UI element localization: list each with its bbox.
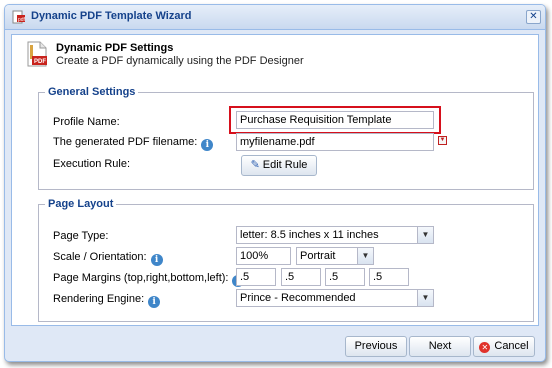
pdf-document-icon: PDF <box>27 41 47 67</box>
rendering-engine-label: Rendering Engine: i <box>53 293 161 308</box>
svg-text:PDF: PDF <box>34 59 46 65</box>
close-button[interactable]: ✕ <box>526 10 541 24</box>
margin-left-input[interactable]: .5 <box>369 268 409 286</box>
rendering-engine-select[interactable]: Prince - Recommended ▼ <box>236 289 434 307</box>
scale-input[interactable]: 100% <box>236 247 291 265</box>
dropdown-trigger-icon[interactable]: ▼ <box>438 136 447 145</box>
window-title: Dynamic PDF Template Wizard <box>31 10 192 22</box>
header-subtitle: Create a PDF dynamically using the PDF D… <box>56 55 304 67</box>
engine-label-text: Rendering Engine: <box>53 293 145 305</box>
previous-button[interactable]: Previous <box>345 336 407 357</box>
page-margins-label: Page Margins (top,right,bottom,left):i <box>53 272 245 287</box>
info-icon[interactable]: i <box>150 254 163 266</box>
header-title: Dynamic PDF Settings <box>56 42 174 54</box>
page-layout-legend: Page Layout <box>48 198 114 210</box>
orientation-select[interactable]: Portrait ▼ <box>296 247 374 265</box>
margin-bottom-input[interactable]: .5 <box>325 268 365 286</box>
edit-rule-label: Edit Rule <box>262 159 308 171</box>
cancel-icon: ✕ <box>479 342 491 353</box>
scale-orientation-label: Scale / Orientation: i <box>53 251 163 266</box>
chevron-down-icon[interactable]: ▼ <box>417 227 433 243</box>
margins-label-text: Page Margins (top,right,bottom,left): <box>53 272 229 284</box>
title-bar[interactable]: pdf Dynamic PDF Template Wizard ✕ <box>5 5 545 30</box>
page-type-select[interactable]: letter: 8.5 inches x 11 inches ▼ <box>236 226 434 244</box>
filename-label-text: The generated PDF filename: <box>53 136 198 148</box>
chevron-down-icon[interactable]: ▼ <box>357 248 373 264</box>
orientation-value: Portrait <box>300 250 336 262</box>
page-type-value: letter: 8.5 inches x 11 inches <box>240 229 379 241</box>
svg-text:pdf: pdf <box>18 17 26 23</box>
page-type-label: Page Type: <box>53 230 109 242</box>
margin-top-input[interactable]: .5 <box>236 268 276 286</box>
wizard-dialog: pdf Dynamic PDF Template Wizard ✕ PDF Dy… <box>4 4 546 362</box>
filename-input[interactable]: myfilename.pdf <box>236 133 434 151</box>
scale-label-text: Scale / Orientation: <box>53 251 147 263</box>
info-icon[interactable]: i <box>201 139 214 151</box>
next-button[interactable]: Next <box>409 336 471 357</box>
chevron-down-icon[interactable]: ▼ <box>417 290 433 306</box>
execution-rule-label: Execution Rule: <box>53 158 131 170</box>
wizard-header: PDF Dynamic PDF Settings Create a PDF dy… <box>12 35 538 75</box>
profile-name-label: Profile Name: <box>53 116 120 128</box>
rendering-engine-value: Prince - Recommended <box>240 292 356 304</box>
general-settings-legend: General Settings <box>48 86 136 98</box>
edit-rule-button[interactable]: ✎ Edit Rule <box>241 155 317 176</box>
margin-right-input[interactable]: .5 <box>281 268 321 286</box>
pencil-icon: ✎ <box>250 159 260 171</box>
info-icon[interactable]: i <box>148 296 161 308</box>
app-icon: pdf <box>12 10 26 24</box>
cancel-button[interactable]: ✕ Cancel <box>473 336 535 357</box>
cancel-label: Cancel <box>494 340 529 352</box>
filename-label: The generated PDF filename: i <box>53 136 214 151</box>
profile-name-input[interactable]: Purchase Requisition Template <box>236 111 434 129</box>
